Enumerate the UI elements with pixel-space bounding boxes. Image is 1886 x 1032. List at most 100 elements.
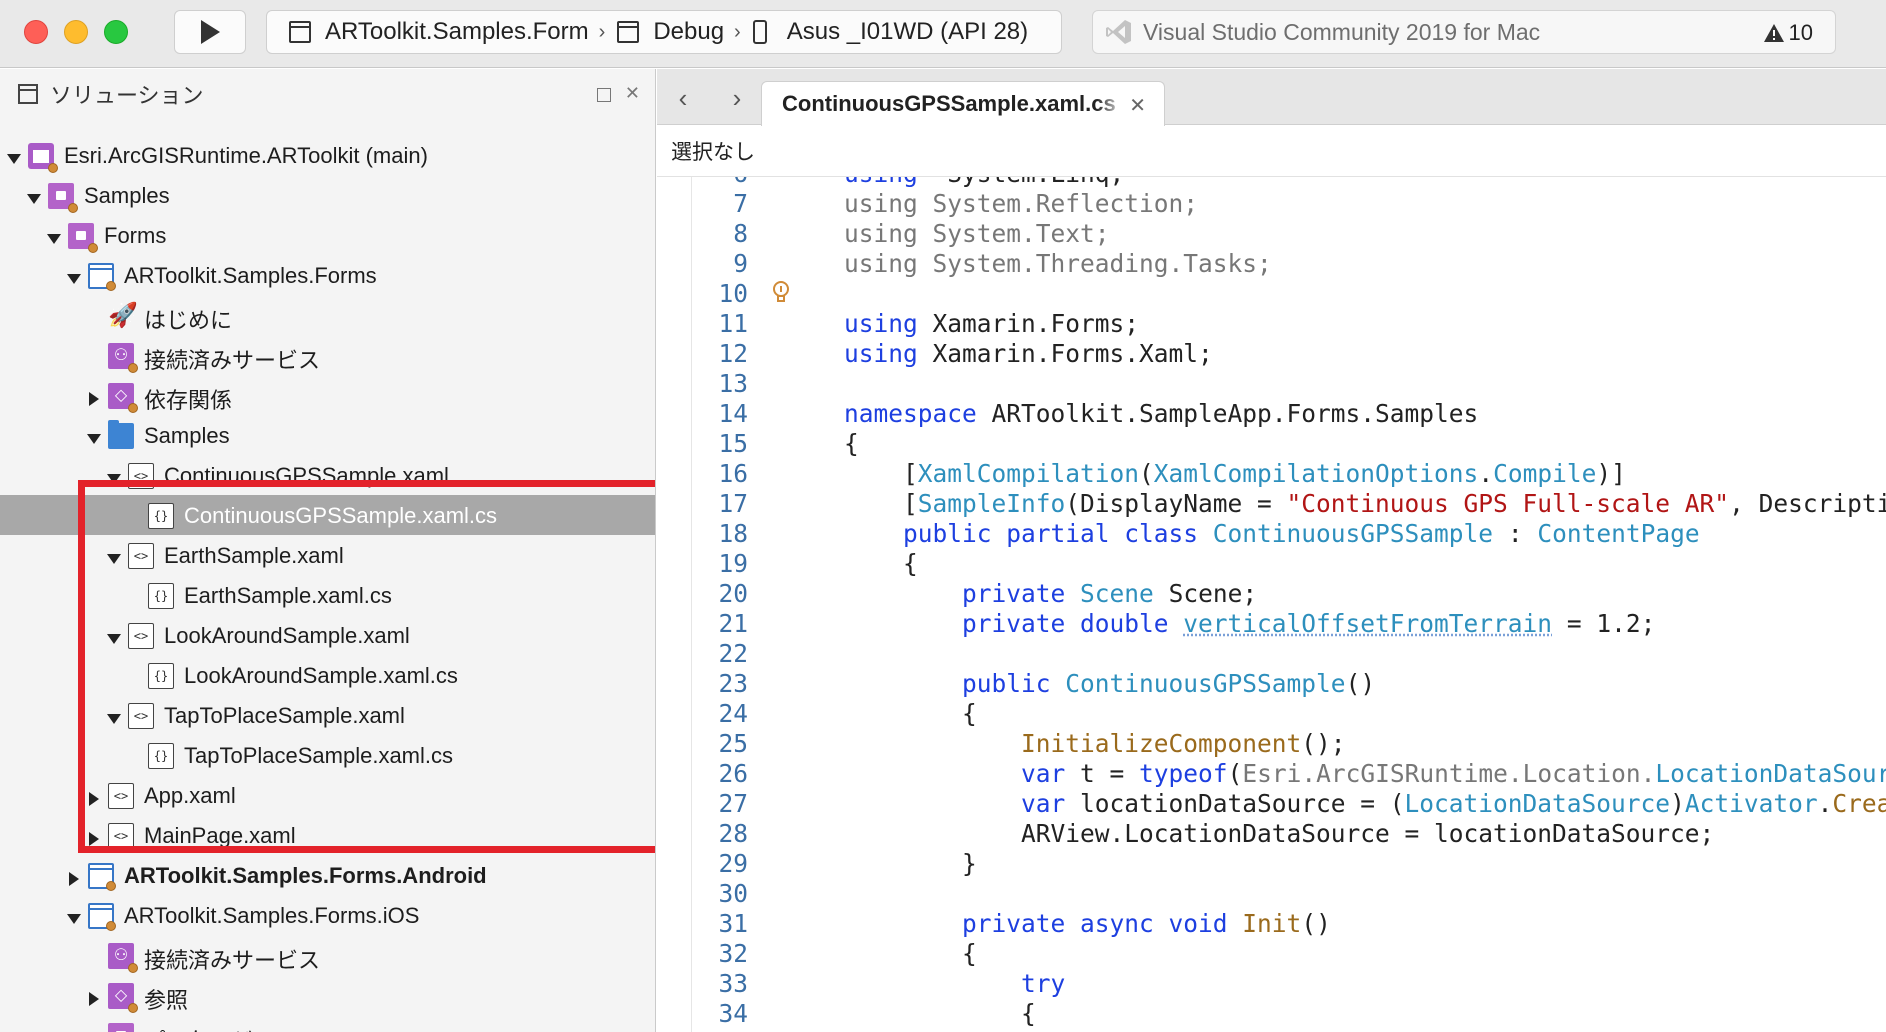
expander-closed-icon[interactable] bbox=[86, 987, 102, 1006]
solution-folder-icon bbox=[68, 223, 98, 253]
code-line: 25 InitializeComponent(); bbox=[657, 729, 1886, 759]
minimize-window-button[interactable] bbox=[64, 20, 88, 44]
navigate-back-button[interactable]: ‹ bbox=[673, 83, 693, 114]
code-text: namespace ARToolkit.SampleApp.Forms.Samp… bbox=[844, 399, 1479, 428]
play-icon bbox=[201, 20, 220, 44]
code-line: 16 [XamlCompilation(XamlCompilationOptio… bbox=[657, 459, 1886, 489]
expander-open-icon[interactable] bbox=[26, 187, 42, 204]
chevron-right-icon: › bbox=[734, 20, 741, 43]
tree-item-label: MainPage.xaml bbox=[144, 823, 296, 848]
tree-item[interactable]: ◇ 参照 bbox=[0, 975, 655, 1015]
code-line: 26 var t = typeof(Esri.ArcGISRuntime.Loc… bbox=[657, 759, 1886, 789]
cs-file-icon bbox=[148, 503, 174, 529]
tree-item[interactable]: ◇ 依存関係 bbox=[0, 375, 655, 415]
expander-closed-icon[interactable] bbox=[86, 827, 102, 846]
expander-open-icon[interactable] bbox=[66, 907, 82, 924]
panel-icon bbox=[18, 84, 38, 104]
code-line: 14 namespace ARToolkit.SampleApp.Forms.Sa… bbox=[657, 399, 1886, 429]
run-button[interactable] bbox=[174, 10, 246, 54]
tree-item-label: EarthSample.xaml.cs bbox=[184, 583, 392, 608]
expander-closed-icon[interactable] bbox=[86, 387, 102, 406]
project-label: ARToolkit.Samples.Form bbox=[325, 18, 589, 45]
line-number: 6 bbox=[668, 177, 748, 188]
close-window-button[interactable] bbox=[24, 20, 48, 44]
tree-item-label: ContinuousGPSSample.xaml.cs bbox=[184, 503, 498, 528]
tree-item[interactable]: ⚇ 接続済みサービス bbox=[0, 935, 655, 975]
code-text: var locationDataSource = (LocationDataSo… bbox=[1021, 789, 1886, 818]
tree-item[interactable]: EarthSample.xaml bbox=[0, 535, 655, 575]
expander-open-icon[interactable] bbox=[106, 707, 122, 724]
expander-open-icon[interactable] bbox=[46, 227, 62, 244]
expander-open-icon[interactable] bbox=[106, 467, 122, 484]
solution-panel-header: ソリューション ✕ bbox=[0, 69, 655, 119]
code-text: private Scene Scene; bbox=[962, 579, 1258, 608]
line-number: 10 bbox=[718, 279, 748, 308]
navigate-forward-button[interactable]: › bbox=[727, 83, 747, 114]
code-area[interactable]: 6 using System.Linq; 7 using System.Reflect… bbox=[657, 177, 1886, 1032]
breadcrumb-label: 選択なし bbox=[671, 140, 755, 164]
breadcrumb[interactable]: 選択なし bbox=[657, 125, 1886, 177]
tree-item[interactable]: ContinuousGPSSample.xaml.cs bbox=[0, 495, 655, 535]
tree-item[interactable]: Esri.ArcGISRuntime.ARToolkit (main) bbox=[0, 135, 655, 175]
dependencies-icon: ◇ bbox=[108, 383, 138, 413]
tree-item[interactable]: Samples bbox=[0, 415, 655, 455]
tree-item[interactable]: TapToPlaceSample.xaml.cs bbox=[0, 735, 655, 775]
code-text: { bbox=[844, 699, 977, 728]
expander-closed-icon[interactable] bbox=[66, 867, 82, 886]
line-number: 19 bbox=[718, 549, 748, 578]
expander-open-icon[interactable] bbox=[106, 627, 122, 644]
code-line: 11 using Xamarin.Forms; bbox=[657, 309, 1886, 339]
code-line: 19 { bbox=[657, 549, 1886, 579]
zoom-window-button[interactable] bbox=[104, 20, 128, 44]
tree-item[interactable]: LookAroundSample.xaml.cs bbox=[0, 655, 655, 695]
code-text: ARView.LocationDataSource = locationData… bbox=[844, 819, 1715, 848]
tree-item[interactable]: TapToPlaceSample.xaml bbox=[0, 695, 655, 735]
solution-icon bbox=[28, 143, 58, 173]
expander-open-icon[interactable] bbox=[86, 427, 102, 444]
expander-open-icon[interactable] bbox=[6, 147, 22, 164]
line-number: 33 bbox=[718, 969, 748, 998]
tree-item[interactable]: App.xaml bbox=[0, 775, 655, 815]
tree-item-label: Forms bbox=[104, 223, 167, 248]
line-number: 17 bbox=[718, 489, 748, 518]
configuration-selector[interactable]: Debug › bbox=[617, 18, 752, 46]
code-line: 24 { bbox=[657, 699, 1886, 729]
tree-item-label: App.xaml bbox=[144, 783, 236, 808]
code-editor: ‹ › ContinuousGPSSample.xaml.cs ✕ 選択なし 6… bbox=[657, 69, 1886, 1032]
line-number: 31 bbox=[718, 909, 748, 938]
code-line: 17 [SampleInfo(DisplayName = "Continuous… bbox=[657, 489, 1886, 519]
tree-item[interactable]: MainPage.xaml bbox=[0, 815, 655, 855]
warnings-indicator[interactable]: 10 bbox=[1763, 20, 1813, 46]
expander-closed-icon[interactable] bbox=[86, 1027, 102, 1032]
tree-item[interactable]: ARToolkit.Samples.Forms.Android bbox=[0, 855, 655, 895]
code-line: 6 using System.Linq; bbox=[657, 177, 1886, 189]
line-number: 21 bbox=[718, 609, 748, 638]
tree-item[interactable]: ContinuousGPSSample.xaml bbox=[0, 455, 655, 495]
tree-item[interactable]: 🚀 はじめに bbox=[0, 295, 655, 335]
code-line: 33 try bbox=[657, 969, 1886, 999]
tree-item[interactable]: ⚇ 接続済みサービス bbox=[0, 335, 655, 375]
project-selector[interactable]: ARToolkit.Samples.Form › bbox=[289, 18, 617, 46]
close-panel-button[interactable]: ✕ bbox=[625, 83, 640, 104]
expander-open-icon[interactable] bbox=[66, 267, 82, 284]
expander-closed-icon[interactable] bbox=[86, 787, 102, 806]
line-number: 25 bbox=[718, 729, 748, 758]
tree-item[interactable]: Forms bbox=[0, 215, 655, 255]
tree-item[interactable]: ARToolkit.Samples.Forms bbox=[0, 255, 655, 295]
tree-item[interactable]: EarthSample.xaml.cs bbox=[0, 575, 655, 615]
phone-icon bbox=[752, 20, 767, 44]
tree-item-label: ARToolkit.Samples.Forms bbox=[124, 263, 377, 288]
lightbulb-icon[interactable] bbox=[770, 279, 792, 305]
tree-item[interactable]: LookAroundSample.xaml bbox=[0, 615, 655, 655]
minimize-panel-button[interactable] bbox=[596, 88, 611, 102]
tree-item[interactable]: パッケージ bbox=[0, 1015, 655, 1032]
tab-continuousgpssample-cs[interactable]: ContinuousGPSSample.xaml.cs ✕ bbox=[761, 81, 1165, 126]
expander-open-icon[interactable] bbox=[106, 547, 122, 564]
tree-item[interactable]: Samples bbox=[0, 175, 655, 215]
device-selector[interactable]: Asus _I01WD (API 28) bbox=[752, 18, 1028, 46]
tree-item[interactable]: ARToolkit.Samples.Forms.iOS bbox=[0, 895, 655, 935]
close-tab-icon[interactable]: ✕ bbox=[1129, 93, 1146, 118]
run-configuration-bar: ARToolkit.Samples.Form › Debug › Asus _I… bbox=[266, 10, 1062, 54]
warning-count: 10 bbox=[1788, 20, 1813, 45]
rocket-icon: 🚀 bbox=[108, 302, 138, 329]
